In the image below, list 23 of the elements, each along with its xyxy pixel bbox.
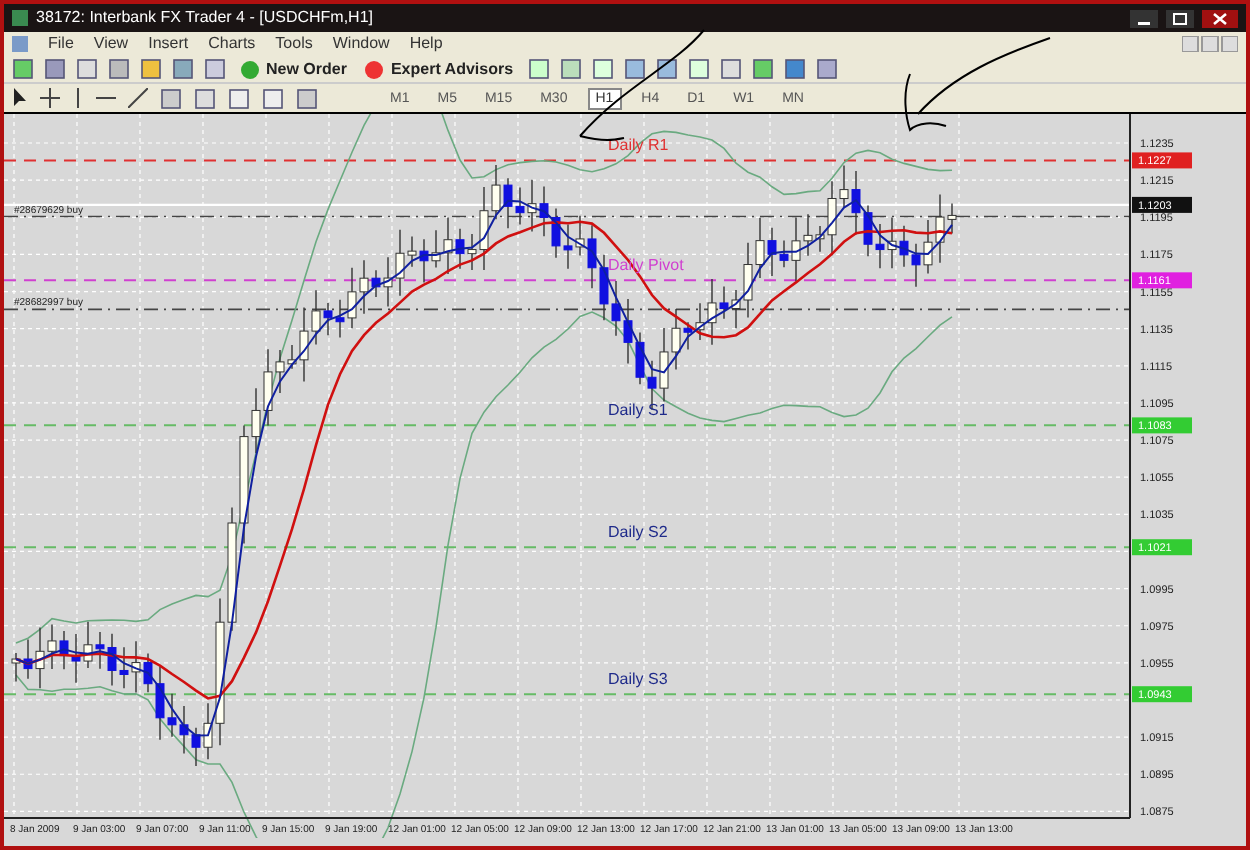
menu-item[interactable]: Help [409,32,443,56]
menu-item[interactable]: Charts [208,32,256,56]
level-label: Daily S2 [608,523,668,542]
window-controls-icon[interactable] [1182,36,1238,52]
cursor-icon[interactable] [12,88,28,108]
trendline-icon[interactable] [128,88,148,108]
menu-item[interactable]: Insert [148,32,189,56]
menu-item[interactable]: Window [332,32,390,56]
maximize-icon[interactable] [1166,9,1194,27]
level-label: Daily S3 [608,670,668,689]
new-order-button[interactable]: New Order [236,57,351,81]
minimize-icon[interactable] [1130,9,1158,27]
menu-item[interactable]: Tools [275,32,313,56]
menu-item[interactable]: View [93,32,129,56]
plus-icon [240,59,260,79]
menu-item[interactable]: File [48,32,74,56]
robot-icon [364,59,385,79]
window-title: 38172: Interbank FX Trader 4 - [USDCHFm,H1] [36,6,374,30]
expert-advisors-button[interactable]: Expert Advisors [360,57,518,81]
level-label: Daily S1 [608,401,668,420]
vertical-line-icon[interactable] [72,88,84,108]
close-icon[interactable] [1202,9,1238,27]
app-icon [12,10,28,26]
